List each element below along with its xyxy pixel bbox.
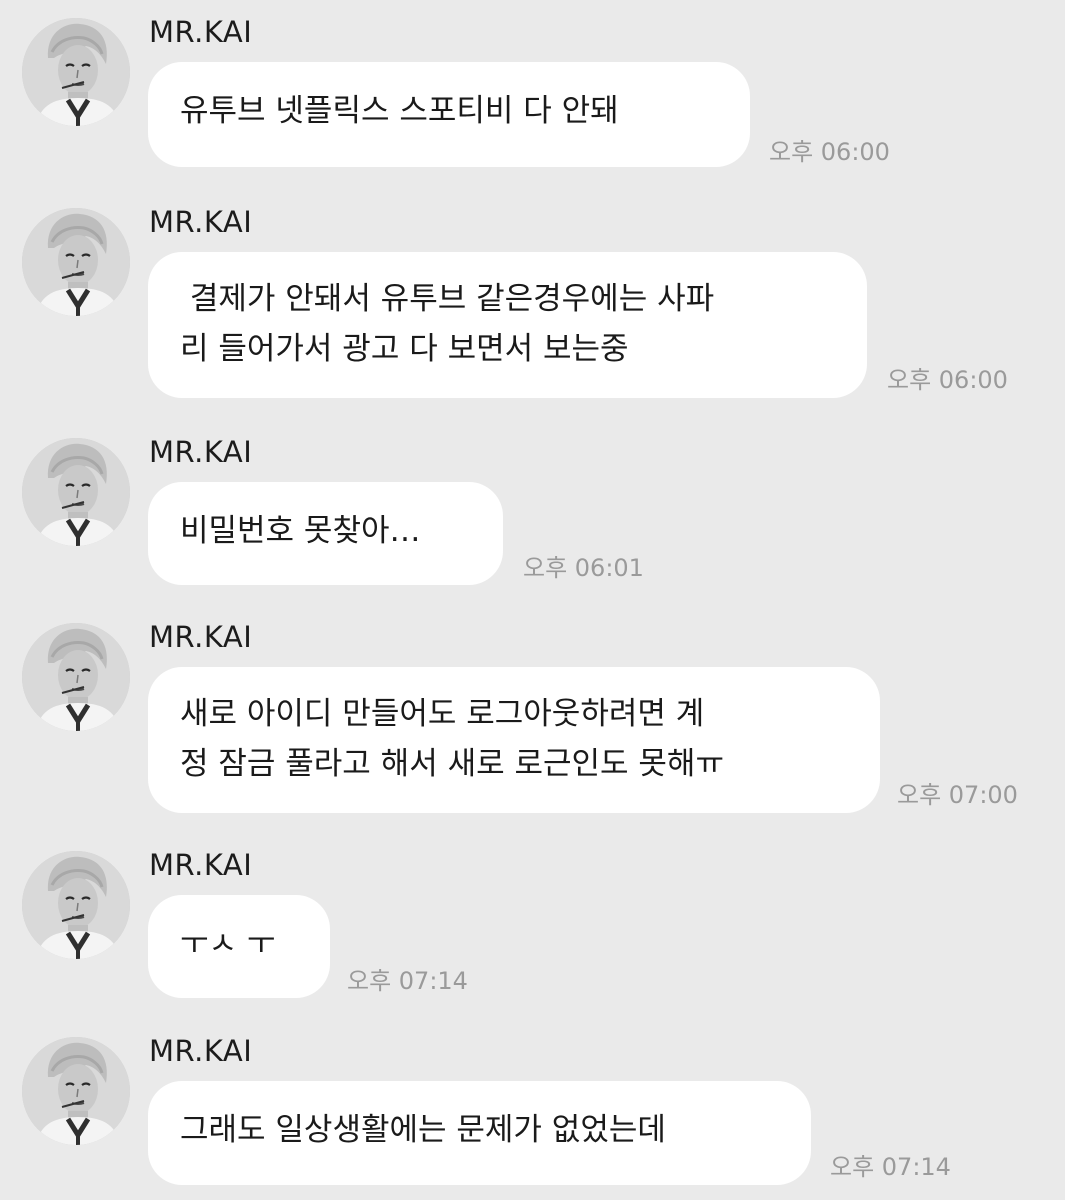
message-timestamp: 오후 07:14 bbox=[347, 967, 468, 995]
sender-name: MR.KAI bbox=[149, 15, 253, 49]
avatar-image bbox=[22, 851, 130, 959]
sender-name: MR.KAI bbox=[149, 435, 253, 469]
avatar[interactable] bbox=[22, 1037, 130, 1145]
sender-name: MR.KAI bbox=[149, 205, 253, 239]
message-bubble[interactable]: 유투브 넷플릭스 스포티비 다 안돼 bbox=[148, 62, 750, 167]
avatar-image bbox=[22, 1037, 130, 1145]
avatar[interactable] bbox=[22, 18, 130, 126]
message-timestamp: 오후 06:00 bbox=[887, 366, 1008, 394]
sender-name: MR.KAI bbox=[149, 848, 253, 882]
message-bubble[interactable]: 그래도 일상생활에는 문제가 없었는데 bbox=[148, 1081, 811, 1185]
message-timestamp: 오후 06:01 bbox=[523, 554, 644, 582]
avatar-image bbox=[22, 438, 130, 546]
sender-name: MR.KAI bbox=[149, 1034, 253, 1068]
avatar[interactable] bbox=[22, 438, 130, 546]
sender-name: MR.KAI bbox=[149, 620, 253, 654]
message-timestamp: 오후 07:00 bbox=[897, 781, 1018, 809]
avatar[interactable] bbox=[22, 208, 130, 316]
message-timestamp: 오후 07:14 bbox=[830, 1153, 951, 1181]
message-bubble[interactable]: 비밀번호 못찾아… bbox=[148, 482, 503, 585]
avatar[interactable] bbox=[22, 623, 130, 731]
avatar-image bbox=[22, 18, 130, 126]
avatar-image bbox=[22, 208, 130, 316]
message-bubble[interactable]: 결제가 안돼서 유투브 같은경우에는 사파 리 들어가서 광고 다 보면서 보는… bbox=[148, 252, 867, 398]
message-timestamp: 오후 06:00 bbox=[769, 138, 890, 166]
avatar[interactable] bbox=[22, 851, 130, 959]
message-bubble[interactable]: ㅜㅅ ㅜ bbox=[148, 895, 330, 998]
avatar-image bbox=[22, 623, 130, 731]
chat-window: MR.KAI 유투브 넷플릭스 스포티비 다 안돼 오후 06:00 MR.KA… bbox=[0, 0, 1065, 1200]
message-bubble[interactable]: 새로 아이디 만들어도 로그아웃하려면 계 정 잠금 풀라고 해서 새로 로근인… bbox=[148, 667, 880, 813]
